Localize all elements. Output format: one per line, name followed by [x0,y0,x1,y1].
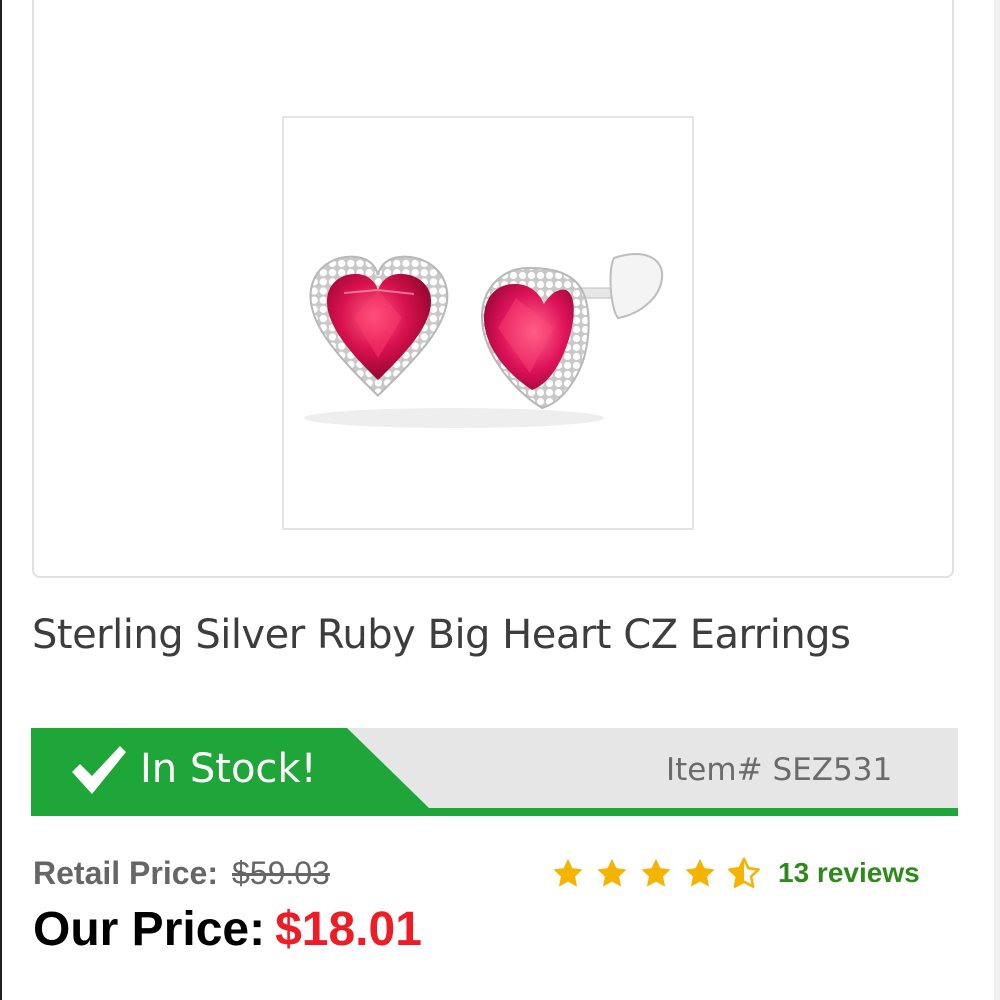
product-title: Sterling Silver Ruby Big Heart CZ Earrin… [32,612,851,658]
retail-price-value: $59.03 [231,855,330,891]
retail-price-label: Retail Price: [33,855,218,891]
reviews-link[interactable]: 13 reviews [778,857,920,889]
our-price: Our Price: $18.01 [33,902,422,957]
scrollbar-track[interactable] [994,0,1000,1000]
product-image[interactable] [282,116,694,530]
our-price-value: $18.01 [275,903,422,956]
earrings-illustration [304,253,664,428]
star-full-icon [641,858,671,887]
checkmark-icon [72,746,126,794]
star-full-icon [597,858,627,887]
retail-price: Retail Price: $59.03 [33,855,330,892]
star-rating[interactable]: 13 reviews [550,856,920,890]
star-full-icon [553,858,583,887]
star-half-icon [728,857,760,888]
left-edge [0,0,2,1000]
item-number-value: SEZ531 [772,752,893,788]
our-price-label: Our Price: [33,903,266,956]
star-full-icon [685,858,715,887]
in-stock-label: In Stock! [140,746,317,792]
item-number: Item# SEZ531 [666,752,892,788]
item-number-label: Item# [666,752,763,788]
